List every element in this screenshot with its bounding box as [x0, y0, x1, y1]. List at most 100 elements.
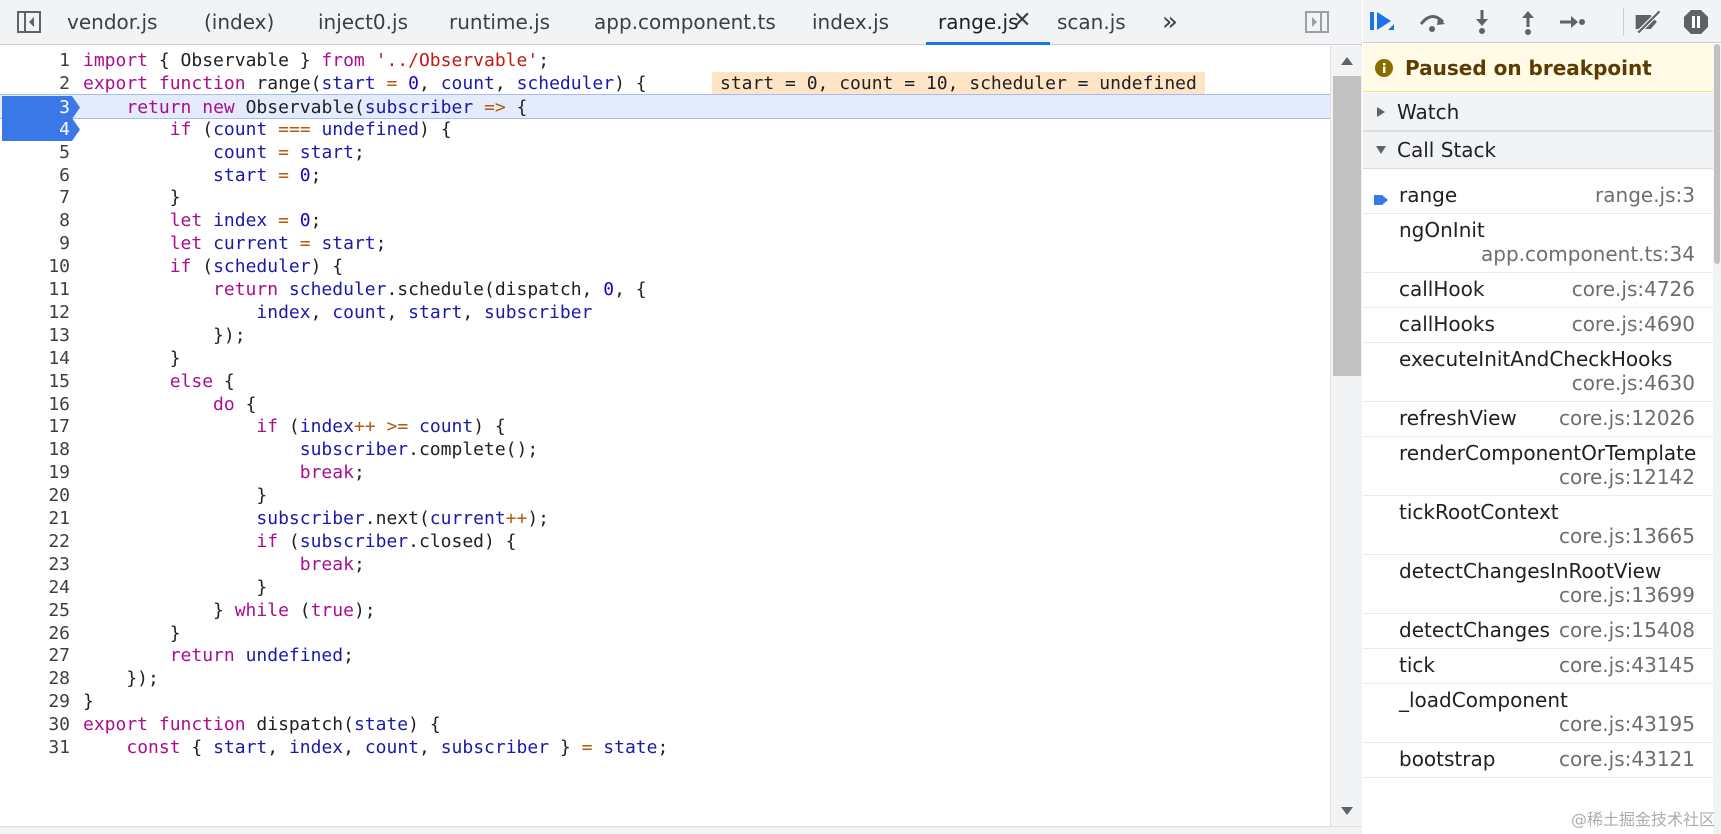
line-number[interactable]: 26	[0, 621, 70, 646]
line-number[interactable]: 30	[0, 712, 70, 737]
line-number[interactable]: 29	[0, 689, 70, 714]
code-line[interactable]: 25 } while (true);	[0, 598, 1330, 623]
tab-range-js[interactable]: range.js	[938, 0, 1019, 45]
line-number[interactable]: 22	[0, 529, 70, 554]
line-number[interactable]: 24	[0, 575, 70, 600]
code-line[interactable]: 7 }	[0, 185, 1330, 210]
line-number[interactable]: 2	[0, 71, 70, 96]
code-line[interactable]: 1 import { Observable } from '../Observab…	[0, 48, 1330, 73]
line-number[interactable]: 21	[0, 506, 70, 531]
code-line[interactable]: 27 return undefined;	[0, 643, 1330, 668]
code-line[interactable]: 12 index, count, start, subscriber	[0, 300, 1330, 325]
line-number[interactable]: 12	[0, 300, 70, 325]
code-line[interactable]: 4 if (count === undefined) {	[0, 117, 1330, 142]
frame-location-link[interactable]: core.js:12142	[1559, 465, 1695, 489]
code-line[interactable]: 29}	[0, 689, 1330, 714]
line-number[interactable]: 19	[0, 460, 70, 485]
line-number[interactable]: 5	[0, 140, 70, 165]
callstack-frame[interactable]: renderComponentOrTemplate core.js:12142	[1363, 437, 1713, 496]
callstack-section-header[interactable]: Call Stack	[1363, 131, 1713, 169]
code-line[interactable]: 6 start = 0;	[0, 163, 1330, 188]
callstack-frame[interactable]: executeInitAndCheckHooks core.js:4630	[1363, 343, 1713, 402]
line-number[interactable]: 6	[0, 163, 70, 188]
frame-location-link[interactable]: core.js:4726	[1572, 277, 1695, 301]
code-line[interactable]: 14 }	[0, 346, 1330, 371]
line-number[interactable]: 23	[0, 552, 70, 577]
frame-location-link[interactable]: core.js:4630	[1572, 371, 1695, 395]
callstack-frame[interactable]: detectChanges core.js:15408	[1363, 614, 1713, 649]
line-number[interactable]: 15	[0, 369, 70, 394]
frame-location-link[interactable]: range.js:3	[1595, 183, 1695, 207]
tab-inject0-js[interactable]: inject0.js	[318, 0, 408, 45]
frame-location-link[interactable]: core.js:43195	[1559, 712, 1695, 736]
code-line[interactable]: 11 return scheduler.schedule(dispatch, 0…	[0, 277, 1330, 302]
tab-index[interactable]: (index)	[204, 0, 274, 45]
code-line[interactable]: 20 }	[0, 483, 1330, 508]
code-line[interactable]: 28 });	[0, 666, 1330, 691]
callstack-frame[interactable]: refreshView core.js:12026	[1363, 402, 1713, 437]
code-line[interactable]: 18 subscriber.complete();	[0, 437, 1330, 462]
code-line[interactable]: 24 }	[0, 575, 1330, 600]
line-number[interactable]: 10	[0, 254, 70, 279]
code-line[interactable]: 19 break;	[0, 460, 1330, 485]
frame-location-link[interactable]: core.js:12026	[1559, 406, 1695, 430]
code-line[interactable]: 2 export function range(start = 0, count,…	[0, 71, 1330, 96]
watch-section-header[interactable]: Watch	[1363, 93, 1713, 131]
tab-overflow-icon[interactable]: »	[1162, 0, 1178, 45]
tab-close-icon[interactable]: ✕	[1013, 0, 1031, 45]
line-number[interactable]: 18	[0, 437, 70, 462]
line-number[interactable]: 8	[0, 208, 70, 233]
frame-location-link[interactable]: core.js:43145	[1559, 653, 1695, 677]
frame-location-link[interactable]: core.js:13699	[1559, 583, 1695, 607]
scrollbar-thumb[interactable]	[1333, 76, 1361, 376]
step-into-icon[interactable]	[1467, 7, 1497, 37]
line-number[interactable]: 28	[0, 666, 70, 691]
tab-vendor-js[interactable]: vendor.js	[67, 0, 157, 45]
code-editor[interactable]: 1 import { Observable } from '../Observab…	[0, 46, 1330, 826]
scroll-up-icon[interactable]	[1339, 54, 1355, 68]
frame-location-link[interactable]: core.js:13665	[1559, 524, 1695, 548]
code-line-current[interactable]: 3 return new Observable(subscriber => {	[0, 93, 1330, 119]
tab-app-component-ts[interactable]: app.component.ts	[594, 0, 776, 45]
step-out-icon[interactable]	[1513, 7, 1543, 37]
frame-location-link[interactable]: app.component.ts:34	[1481, 242, 1695, 266]
line-number[interactable]: 20	[0, 483, 70, 508]
line-number[interactable]: 11	[0, 277, 70, 302]
line-number[interactable]: 7	[0, 185, 70, 210]
frame-location-link[interactable]: core.js:4690	[1572, 312, 1695, 336]
step-icon[interactable]	[1557, 7, 1587, 37]
code-line[interactable]: 21 subscriber.next(current++);	[0, 506, 1330, 531]
tab-scan-js[interactable]: scan.js	[1057, 0, 1126, 45]
code-line[interactable]: 8 let index = 0;	[0, 208, 1330, 233]
deactivate-breakpoints-icon[interactable]	[1633, 7, 1663, 37]
line-number[interactable]: 9	[0, 231, 70, 256]
code-line[interactable]: 22 if (subscriber.closed) {	[0, 529, 1330, 554]
sidebar-scrollbar[interactable]	[1713, 44, 1721, 834]
line-number[interactable]: 31	[0, 735, 70, 760]
callstack-frame[interactable]: tickRootContext core.js:13665	[1363, 496, 1713, 555]
callstack-frame-current[interactable]: range range.js:3	[1363, 179, 1713, 214]
callstack-frame[interactable]: ngOnInit app.component.ts:34	[1363, 214, 1713, 273]
code-line[interactable]: 10 if (scheduler) {	[0, 254, 1330, 279]
resume-icon[interactable]	[1367, 7, 1397, 37]
tab-runtime-js[interactable]: runtime.js	[449, 0, 550, 45]
sidebar-scrollbar-thumb[interactable]	[1714, 44, 1720, 264]
scroll-down-icon[interactable]	[1339, 804, 1355, 818]
pause-exceptions-icon[interactable]	[1681, 7, 1711, 37]
line-number[interactable]: 13	[0, 323, 70, 348]
sidebar-right-icon[interactable]	[1304, 10, 1330, 34]
line-number[interactable]: 4	[0, 117, 70, 142]
code-line[interactable]: 26 }	[0, 621, 1330, 646]
callstack-frame[interactable]: bootstrap core.js:43121	[1363, 743, 1713, 778]
code-line[interactable]: 23 break;	[0, 552, 1330, 577]
code-line[interactable]: 31 const { start, index, count, subscrib…	[0, 735, 1330, 760]
code-line[interactable]: 9 let current = start;	[0, 231, 1330, 256]
line-number[interactable]: 25	[0, 598, 70, 623]
sidebar-left-icon[interactable]	[16, 10, 42, 34]
code-line[interactable]: 17 if (index++ >= count) {	[0, 414, 1330, 439]
editor-vertical-scrollbar[interactable]	[1330, 46, 1362, 826]
line-number[interactable]: 1	[0, 48, 70, 73]
code-line[interactable]: 15 else {	[0, 369, 1330, 394]
tab-index-js[interactable]: index.js	[812, 0, 889, 45]
frame-location-link[interactable]: core.js:15408	[1559, 618, 1695, 642]
